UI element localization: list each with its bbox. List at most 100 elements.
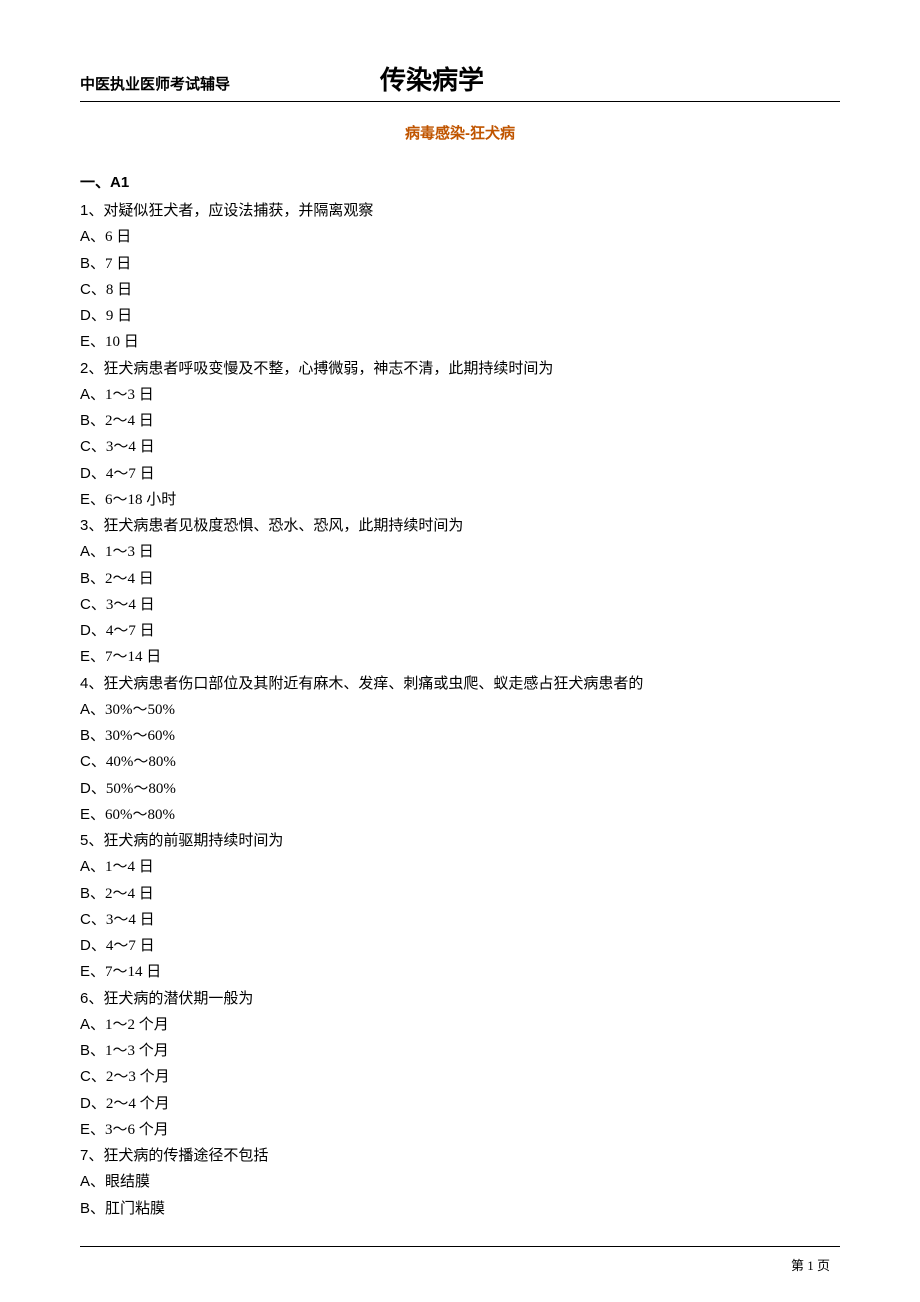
option-letter: A [80, 1016, 90, 1033]
option-text: 1～2 个月 [105, 1017, 169, 1033]
option-text: 2～4 个月 [106, 1096, 170, 1112]
option-text: 眼结膜 [105, 1174, 150, 1190]
option-separator: 、 [90, 544, 105, 560]
option-letter: D [80, 622, 91, 639]
question-text: 狂犬病的潜伏期一般为 [103, 991, 253, 1007]
option: A、1～4 日 [80, 854, 840, 880]
option: A、1～3 日 [80, 539, 840, 565]
option-letter: E [80, 806, 90, 823]
option-text: 40%～80% [106, 754, 176, 770]
option-letter: B [80, 885, 90, 902]
option-separator: 、 [91, 912, 106, 928]
option: C、3～4 日 [80, 592, 840, 618]
question-text: 狂犬病的传播途径不包括 [103, 1148, 268, 1164]
question: 3、狂犬病患者见极度恐惧、恐水、恐风，此期持续时间为 [80, 513, 840, 539]
option-letter: E [80, 1121, 90, 1138]
option-text: 60%～80% [105, 807, 175, 823]
option-letter: A [80, 701, 90, 718]
option: C、3～4 日 [80, 434, 840, 460]
option-separator: 、 [90, 886, 105, 902]
option: B、2～4 日 [80, 408, 840, 434]
option: A、1～2 个月 [80, 1012, 840, 1038]
option-letter: C [80, 911, 91, 928]
questions-container: 1、对疑似狂犬者，应设法捕获，并隔离观察A、6 日B、7 日C、8 日D、9 日… [80, 198, 840, 1222]
header-divider [80, 101, 840, 102]
option-text: 2～4 日 [105, 571, 154, 587]
option: A、1～3 日 [80, 382, 840, 408]
subtitle: 病毒感染-狂犬病 [80, 122, 840, 143]
option: B、2～4 日 [80, 566, 840, 592]
option-separator: 、 [91, 597, 106, 613]
question: 5、狂犬病的前驱期持续时间为 [80, 828, 840, 854]
option-separator: 、 [91, 623, 106, 639]
option-letter: D [80, 465, 91, 482]
option: E、3～6 个月 [80, 1117, 840, 1143]
option-text: 6 日 [105, 229, 131, 245]
question-text: 狂犬病患者呼吸变慢及不整，心搏微弱，神志不清，此期持续时间为 [103, 361, 553, 377]
option-text: 肛门粘膜 [105, 1201, 165, 1217]
option-letter: A [80, 1173, 90, 1190]
option-separator: 、 [90, 413, 105, 429]
option: A、眼结膜 [80, 1169, 840, 1195]
option-separator: 、 [91, 1069, 106, 1085]
question-text: 狂犬病患者伤口部位及其附近有麻木、发痒、刺痛或虫爬、蚁走感占狂犬病患者的 [103, 676, 643, 692]
option: E、60%～80% [80, 802, 840, 828]
option-letter: E [80, 963, 90, 980]
option: B、7 日 [80, 251, 840, 277]
page-number: 第 1 页 [791, 1255, 830, 1274]
option-letter: A [80, 228, 90, 245]
option: C、8 日 [80, 277, 840, 303]
option-separator: 、 [91, 1096, 106, 1112]
question: 7、狂犬病的传播途径不包括 [80, 1143, 840, 1169]
option: B、1～3 个月 [80, 1038, 840, 1064]
option-separator: 、 [90, 807, 105, 823]
option-text: 30%～60% [105, 728, 175, 744]
option-text: 4～7 日 [106, 466, 155, 482]
option-separator: 、 [90, 1043, 105, 1059]
option-letter: C [80, 281, 91, 298]
option: C、2～3 个月 [80, 1064, 840, 1090]
option-letter: A [80, 543, 90, 560]
option-separator: 、 [91, 308, 106, 324]
option-text: 50%～80% [106, 781, 176, 797]
option-letter: A [80, 858, 90, 875]
option-separator: 、 [90, 229, 105, 245]
option-text: 2～4 日 [105, 886, 154, 902]
option-text: 7～14 日 [105, 649, 161, 665]
option-separator: 、 [91, 938, 106, 954]
option-text: 4～7 日 [106, 623, 155, 639]
option-text: 7～14 日 [105, 964, 161, 980]
option-letter: B [80, 570, 90, 587]
option-separator: 、 [91, 466, 106, 482]
option-text: 1～3 个月 [105, 1043, 169, 1059]
footer-divider [80, 1246, 840, 1247]
option: E、10 日 [80, 329, 840, 355]
option-letter: B [80, 412, 90, 429]
option-letter: E [80, 333, 90, 350]
option-separator: 、 [90, 387, 105, 403]
option: E、7～14 日 [80, 644, 840, 670]
option: D、2～4 个月 [80, 1091, 840, 1117]
header-title: 传染病学 [380, 60, 484, 97]
question-text: 对疑似狂犬者，应设法捕获，并隔离观察 [103, 203, 373, 219]
option-text: 7 日 [105, 256, 131, 272]
option-separator: 、 [91, 439, 106, 455]
option-separator: 、 [91, 754, 106, 770]
question: 2、狂犬病患者呼吸变慢及不整，心搏微弱，神志不清，此期持续时间为 [80, 356, 840, 382]
option-letter: C [80, 1068, 91, 1085]
option: E、6～18 小时 [80, 487, 840, 513]
option-letter: E [80, 491, 90, 508]
option-letter: C [80, 753, 91, 770]
option: D、50%～80% [80, 776, 840, 802]
option-letter: D [80, 780, 91, 797]
option: A、6 日 [80, 224, 840, 250]
question: 6、狂犬病的潜伏期一般为 [80, 986, 840, 1012]
header-row: 中医执业医师考试辅导 传染病学 [80, 60, 840, 97]
option: B、30%～60% [80, 723, 840, 749]
option-text: 30%～50% [105, 702, 175, 718]
question-separator: 、 [88, 518, 103, 534]
option-separator: 、 [90, 702, 105, 718]
question-separator: 、 [88, 676, 103, 692]
option-separator: 、 [91, 282, 106, 298]
option-separator: 、 [90, 1201, 105, 1217]
